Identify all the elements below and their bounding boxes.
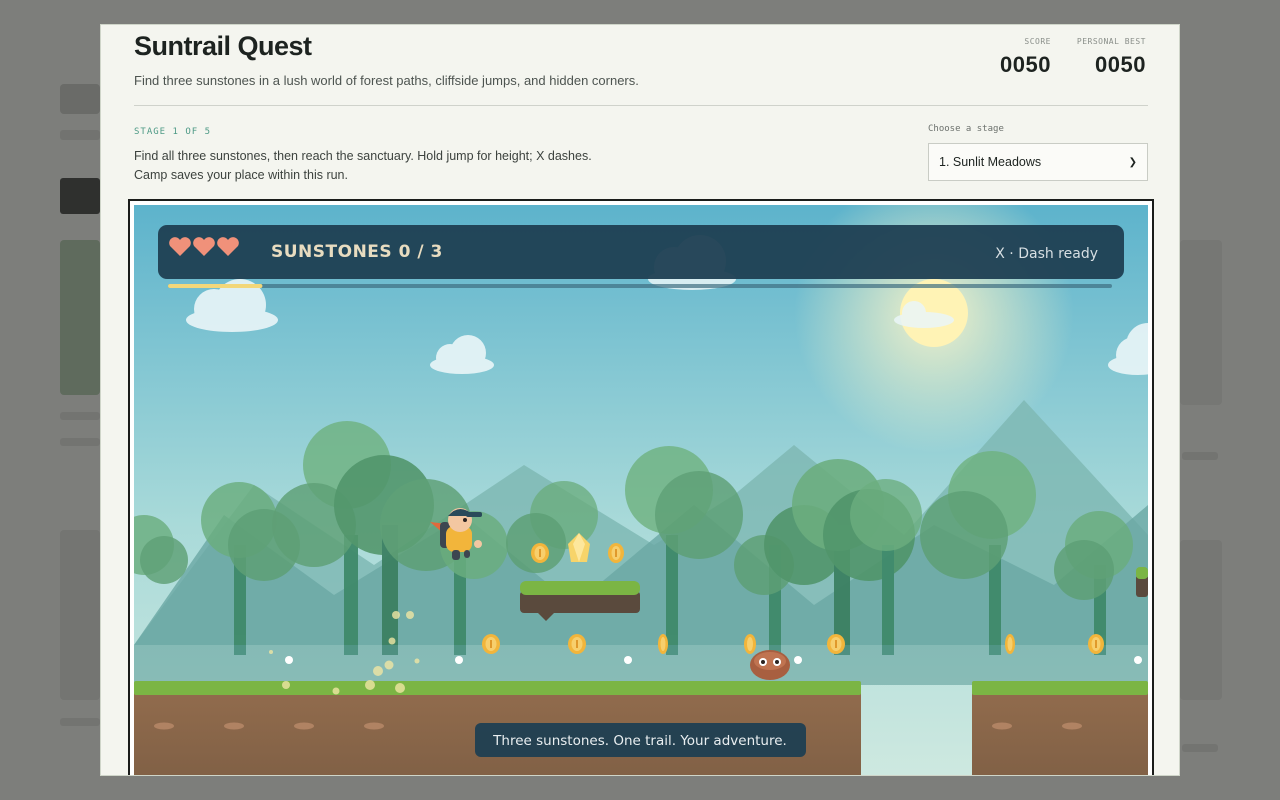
backdrop-card <box>60 240 100 395</box>
score-display: SCORE 0050 <box>1000 37 1051 78</box>
backdrop-text-line <box>60 412 100 420</box>
coin <box>827 634 845 654</box>
backdrop-card <box>60 530 100 700</box>
game-frame: SUNSTONES 0 / 3 X · Dash ready Three sun… <box>128 199 1154 775</box>
coin <box>531 543 549 563</box>
backdrop-text-line <box>60 438 100 446</box>
dash-status: X · Dash ready <box>995 246 1098 262</box>
stage-select[interactable]: 1. Sunlit Meadows ❯ <box>928 143 1148 181</box>
stage-description: Find all three sunstones, then reach the… <box>134 149 592 182</box>
backdrop-card <box>1180 540 1222 700</box>
sunstones-counter: SUNSTONES 0 / 3 <box>271 242 443 262</box>
score-value: 0050 <box>1000 52 1051 77</box>
coin <box>568 634 586 654</box>
coin <box>482 634 500 654</box>
ground-right <box>972 681 1148 775</box>
backdrop-text-line <box>1182 744 1218 752</box>
chevron-down-icon: ❯ <box>1128 156 1137 168</box>
stage-select-value: 1. Sunlit Meadows <box>939 155 1042 169</box>
personal-best-value: 0050 <box>1095 52 1146 77</box>
backdrop-subheading <box>60 130 100 140</box>
backdrop-text-line <box>60 718 100 726</box>
ground-haze <box>134 645 1148 685</box>
coin <box>744 634 756 654</box>
backdrop-button <box>60 178 100 214</box>
stage-label: STAGE 1 OF 5 <box>134 127 212 137</box>
stage-select-label: Choose a stage <box>928 124 1004 134</box>
enemy-blob <box>750 650 790 680</box>
backdrop-card <box>1180 240 1222 405</box>
personal-best-display: PERSONAL BEST 0050 <box>1077 37 1146 78</box>
game-modal: Suntrail Quest Find three sunstones in a… <box>100 24 1180 776</box>
game-title: Suntrail Quest <box>134 31 312 61</box>
ledge <box>1136 567 1148 597</box>
progress-fill <box>168 284 263 288</box>
personal-best-label: PERSONAL BEST <box>1076 37 1146 46</box>
backdrop-heading <box>60 84 100 114</box>
header-divider <box>134 105 1148 106</box>
backdrop-text-line <box>1182 452 1218 460</box>
game-canvas[interactable]: SUNSTONES 0 / 3 X · Dash ready Three sun… <box>134 205 1148 775</box>
tagline-text: Three sunstones. One trail. Your adventu… <box>492 733 787 749</box>
coin <box>1005 634 1015 654</box>
score-label: SCORE <box>1024 37 1051 46</box>
progress-track <box>168 284 1112 288</box>
tagline-banner: Three sunstones. One trail. Your adventu… <box>475 723 806 757</box>
game-subtitle: Find three sunstones in a lush world of … <box>134 73 639 88</box>
coin <box>1088 634 1104 654</box>
coin <box>608 543 624 563</box>
coin <box>658 634 668 654</box>
